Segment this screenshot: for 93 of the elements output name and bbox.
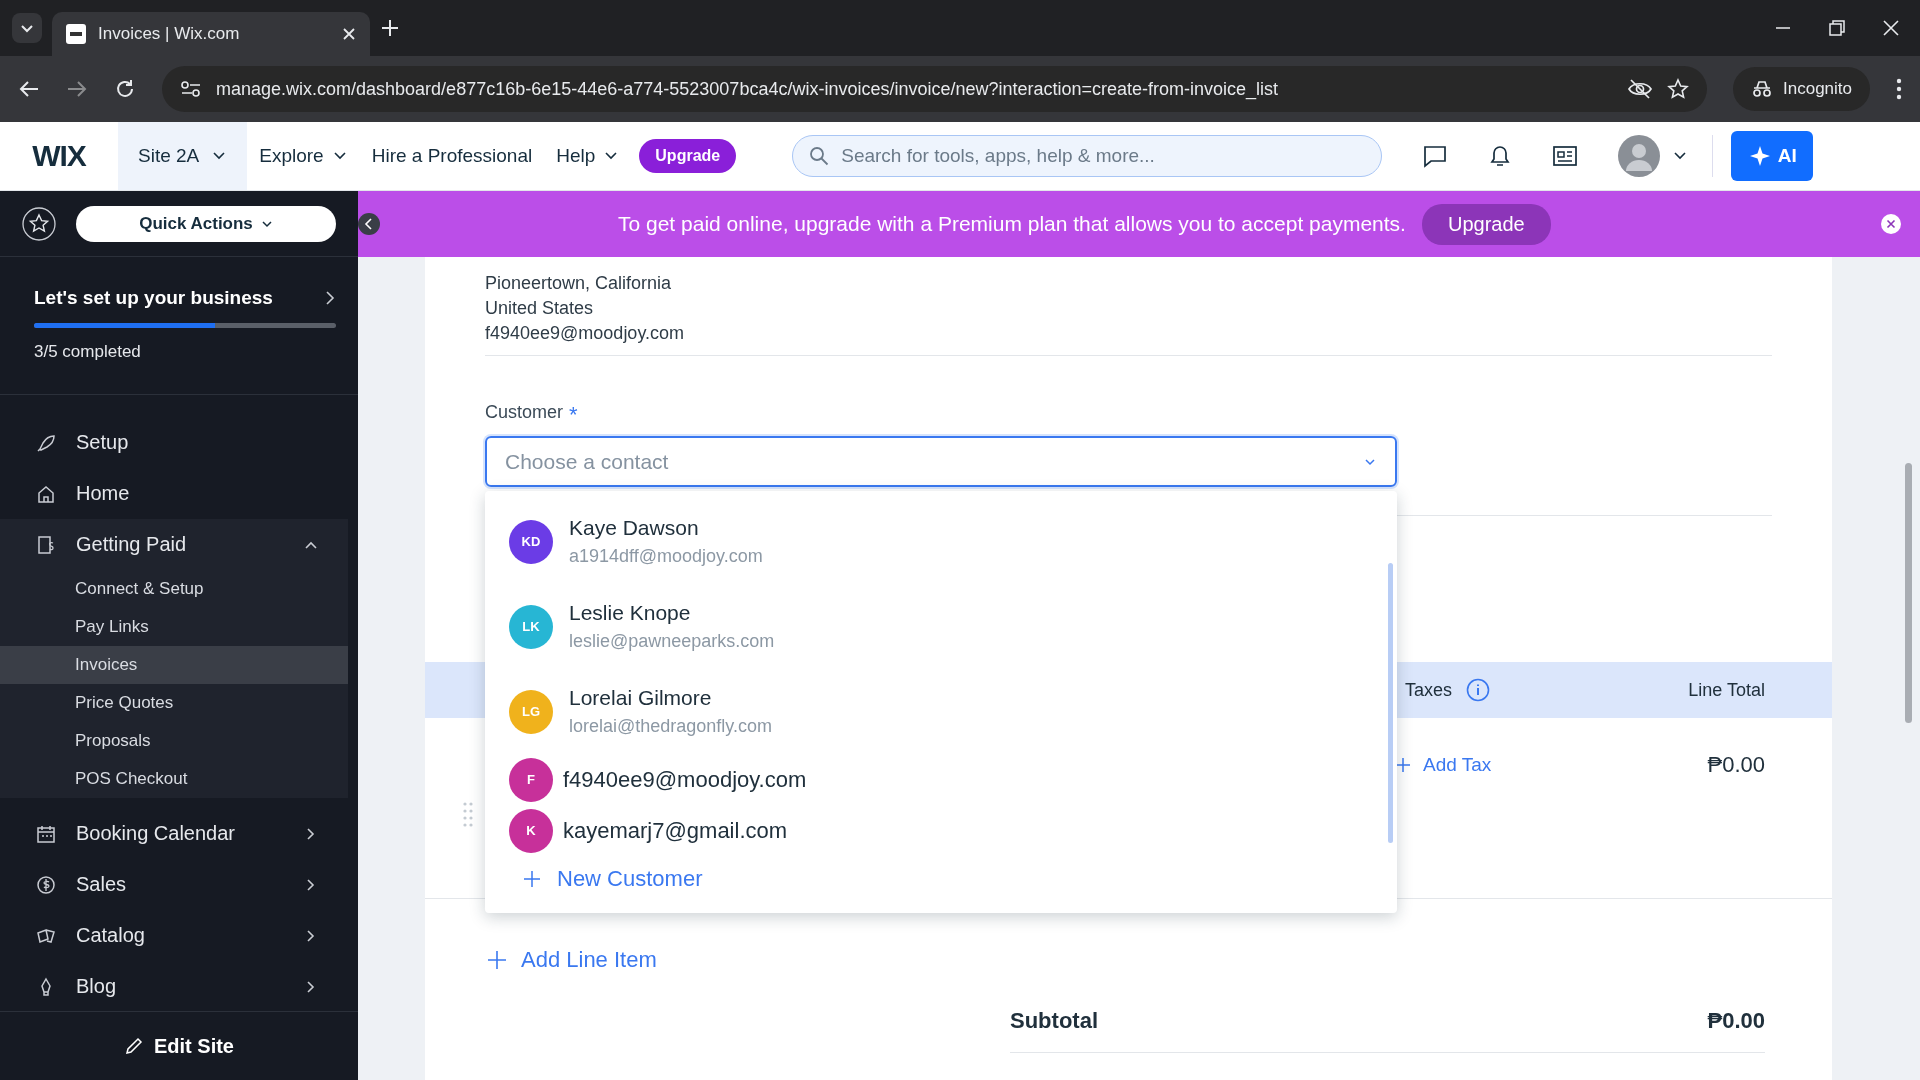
sidebar-item[interactable]: Sales xyxy=(0,859,358,910)
nav-menu[interactable]: Hire a Professional xyxy=(359,136,545,176)
ai-button[interactable]: AI xyxy=(1731,131,1814,181)
address-bar[interactable]: manage.wix.com/dashboard/e877c16b-6e15-44e6-a774-5523007bca4c/wix-invoices/invoice/new?interaction=create-from-invoice_list xyxy=(162,66,1707,112)
sidebar-subitem[interactable]: POS Checkout xyxy=(0,760,348,798)
sidebar-item[interactable]: Blog xyxy=(0,961,358,1011)
quick-actions-button[interactable]: Quick Actions xyxy=(76,205,336,242)
sidebar-subitem[interactable]: Connect & Setup xyxy=(0,570,348,608)
banner-message: To get paid online, upgrade with a Premium plan that allows you to accept payments. xyxy=(618,212,1406,236)
contact-name: Lorelai Gilmore xyxy=(569,686,713,710)
address-line: Pioneertown, California xyxy=(485,272,673,295)
upgrade-button[interactable]: Upgrade xyxy=(1421,203,1551,245)
info-icon[interactable] xyxy=(1466,678,1491,702)
sidebar-item-icon xyxy=(36,483,56,504)
tab-list-icon[interactable] xyxy=(12,13,42,43)
drag-handle-icon[interactable] xyxy=(463,802,473,828)
sidebar-item-icon xyxy=(36,534,56,555)
contact-option[interactable]: LK Leslie Knope leslie@pawneeparks.com xyxy=(485,584,1397,669)
contact-avatar: K xyxy=(509,808,553,853)
add-line-item-link[interactable]: Add Line Item xyxy=(425,899,1832,985)
sidebar-subitem[interactable]: Proposals xyxy=(0,722,348,760)
add-tax-link[interactable]: Add Tax xyxy=(1395,754,1492,776)
sidebar-item-icon xyxy=(36,432,56,453)
collapse-icon[interactable] xyxy=(358,213,380,235)
contact-name: Kaye Dawson xyxy=(569,516,700,540)
contact-option[interactable]: K kayemarj7@gmail.com xyxy=(485,805,1397,856)
pencil-icon xyxy=(124,1036,144,1056)
contact-email: leslie@pawneeparks.com xyxy=(569,631,775,652)
contact-avatar: KD xyxy=(509,519,553,564)
new-tab-icon[interactable] xyxy=(380,18,400,38)
plus-icon xyxy=(487,950,507,970)
chevron-right-icon[interactable] xyxy=(324,290,336,306)
contact-name: Leslie Knope xyxy=(569,601,692,625)
contact-email: kayemarj7@gmail.com xyxy=(563,817,788,844)
search-icon xyxy=(809,146,830,166)
news-icon[interactable] xyxy=(1552,144,1579,168)
close-icon[interactable] xyxy=(1880,213,1902,235)
chat-icon[interactable] xyxy=(1422,143,1449,169)
more-menu-icon[interactable] xyxy=(1896,78,1902,100)
browser-tab[interactable]: Invoices | Wix.com xyxy=(52,12,370,56)
address-line: f4940ee9@moodjoy.com xyxy=(485,322,686,345)
search-field[interactable]: Search for tools, apps, help & more... xyxy=(792,135,1383,177)
subtotal-value: ₱0.00 xyxy=(1707,1008,1765,1034)
nav-menu[interactable]: Help xyxy=(544,136,632,176)
sidebar-item[interactable]: Booking Calendar xyxy=(0,808,358,859)
plus-icon xyxy=(1395,757,1411,773)
avatar-icon xyxy=(1618,135,1661,177)
upgrade-button[interactable]: Upgrade xyxy=(639,139,737,173)
column-header: Line Total xyxy=(1687,679,1765,701)
field-label: Customer xyxy=(485,402,564,424)
sidebar-subitem[interactable]: Pay Links xyxy=(0,608,348,646)
site-favicon xyxy=(66,24,86,44)
close-icon[interactable] xyxy=(342,27,356,41)
contact-email: a1914dff@moodjoy.com xyxy=(569,546,763,567)
line-total: ₱0.00 xyxy=(1707,752,1765,778)
new-customer-link[interactable]: New Customer xyxy=(485,856,1397,902)
required-asterisk: * xyxy=(569,402,578,429)
sidebar-subitem[interactable]: Invoices xyxy=(0,646,348,684)
contact-email: f4940ee9@moodjoy.com xyxy=(563,766,807,793)
address-line: United States xyxy=(485,297,595,320)
sidebar-item-icon xyxy=(36,874,56,895)
star-icon[interactable] xyxy=(1667,78,1689,100)
contact-avatar: LG xyxy=(509,689,553,734)
scrollbar[interactable] xyxy=(1905,463,1912,723)
sidebar-item[interactable]: Getting Paid xyxy=(0,519,348,570)
contact-email: lorelai@thedragonfly.com xyxy=(569,716,773,737)
contact-option[interactable]: LG Lorelai Gilmore lorelai@thedragonfly.com xyxy=(485,669,1397,754)
scrollbar[interactable] xyxy=(1388,563,1393,843)
sidebar-subitem[interactable]: Price Quotes xyxy=(0,684,348,722)
progress-text: 3/5 completed xyxy=(34,342,142,362)
plus-icon xyxy=(523,870,541,888)
incognito-icon xyxy=(1751,80,1773,98)
site-selector[interactable]: Site 2A xyxy=(118,122,248,190)
account-menu[interactable] xyxy=(1618,135,1714,177)
contact-option[interactable]: F f4940ee9@moodjoy.com xyxy=(485,754,1397,805)
site-settings-icon[interactable] xyxy=(180,79,202,99)
reload-icon[interactable] xyxy=(114,78,136,100)
restore-icon[interactable] xyxy=(1828,19,1846,37)
contact-avatar: LK xyxy=(509,604,553,649)
sidebar-item[interactable]: Catalog xyxy=(0,910,358,961)
incognito-chip[interactable]: Incognito xyxy=(1733,67,1870,111)
close-icon[interactable] xyxy=(1882,19,1900,37)
eye-off-icon[interactable] xyxy=(1627,78,1653,100)
contact-option[interactable]: KD Kaye Dawson a1914dff@moodjoy.com xyxy=(485,499,1397,584)
sidebar-item[interactable]: Home xyxy=(0,468,358,519)
column-header: Taxes xyxy=(1405,678,1595,702)
sidebar-item[interactable]: Setup xyxy=(0,417,358,468)
sidebar-item-icon xyxy=(36,823,56,844)
wix-logo[interactable]: WIX xyxy=(0,139,118,173)
contact-avatar: F xyxy=(509,757,553,802)
subtotal-label: Subtotal xyxy=(1010,1008,1098,1034)
setup-title[interactable]: Let's set up your business xyxy=(34,287,273,309)
nav-menu[interactable]: Explore xyxy=(247,136,360,176)
